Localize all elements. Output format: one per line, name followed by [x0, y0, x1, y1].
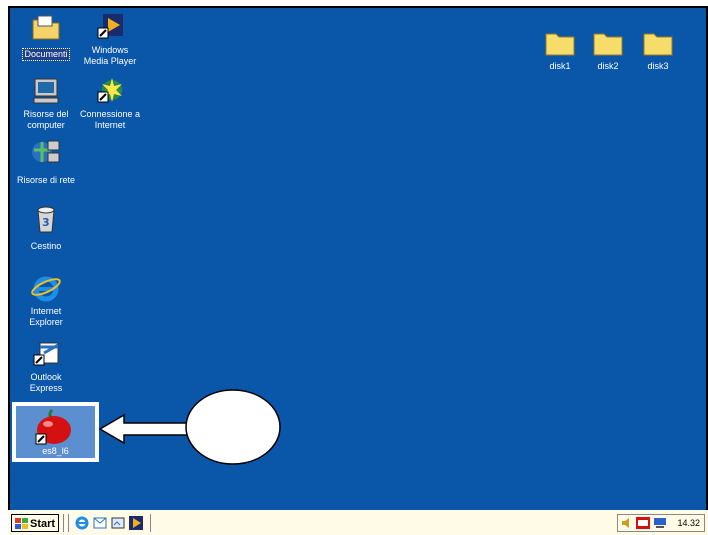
icon-label: Connessione a Internet	[79, 109, 141, 130]
icon-label: Internet Explorer	[29, 306, 63, 327]
folder-icon	[593, 33, 623, 56]
es8-shortcut-item[interactable]: es8_l6	[16, 406, 95, 458]
documents-icon-item[interactable]: Documenti	[14, 12, 78, 62]
folder-label: disk2	[597, 61, 619, 71]
annotation-arrow	[98, 389, 281, 465]
clock[interactable]: 14.32	[677, 518, 700, 528]
folder-documents-icon	[30, 12, 62, 44]
media-player-icon	[94, 12, 126, 44]
ati-icon[interactable]	[636, 517, 650, 529]
internet-explorer-icon-item[interactable]: Internet Explorer	[14, 273, 78, 330]
volume-icon[interactable]	[621, 517, 633, 529]
taskbar: Start 14.32	[8, 510, 708, 535]
folder-label: disk3	[647, 61, 669, 71]
icon-label: Windows Media Player	[83, 45, 137, 66]
highlight-box: es8_l6	[12, 402, 99, 462]
folder-disk3[interactable]: disk3	[626, 30, 690, 74]
internet-connection-icon-item[interactable]: Connessione a Internet	[78, 76, 142, 133]
computer-icon-item[interactable]: Risorse del computer	[14, 76, 78, 133]
apple-shortcut-icon	[35, 408, 71, 445]
folder-label: disk1	[549, 61, 571, 71]
media-player-quicklaunch-icon[interactable]	[128, 515, 144, 531]
folder-icon	[643, 33, 673, 56]
icon-label: Risorse del computer	[23, 109, 69, 130]
icon-label: Cestino	[30, 241, 62, 251]
screen-frame: Documenti Windows Media Player Risorse d…	[8, 6, 708, 535]
show-desktop-icon[interactable]	[110, 515, 126, 531]
outlook-express-icon-item[interactable]: Outlook Express	[14, 339, 78, 396]
taskbar-separator	[150, 514, 154, 532]
desktop[interactable]: Documenti Windows Media Player Risorse d…	[10, 8, 706, 510]
network-tray-icon[interactable]	[653, 517, 667, 529]
icon-label: Outlook Express	[29, 372, 63, 393]
icon-label: es8_l6	[42, 446, 69, 456]
system-tray: 14.32	[617, 514, 705, 532]
windows-logo-icon	[15, 518, 28, 529]
outlook-express-icon	[30, 339, 62, 371]
recycle-bin-icon: 3	[30, 204, 62, 236]
folder-icon	[545, 33, 575, 56]
internet-explorer-quicklaunch-icon[interactable]	[74, 515, 90, 531]
outlook-quicklaunch-icon[interactable]	[92, 515, 108, 531]
recycle-bin-icon-item[interactable]: 3 Cestino	[14, 204, 78, 254]
network-icon	[30, 138, 62, 170]
icon-label: Risorse di rete	[16, 175, 76, 185]
svg-text:3: 3	[42, 216, 50, 229]
taskbar-separator	[68, 514, 72, 532]
network-icon-item[interactable]: Risorse di rete	[14, 138, 78, 188]
media-player-icon-item[interactable]: Windows Media Player	[78, 12, 142, 69]
internet-connection-icon	[94, 76, 126, 108]
taskbar-separator	[63, 514, 67, 532]
internet-explorer-icon	[30, 273, 62, 305]
start-button[interactable]: Start	[11, 514, 59, 532]
icon-label: Documenti	[22, 48, 70, 61]
computer-icon	[30, 76, 62, 108]
start-label: Start	[30, 518, 56, 530]
